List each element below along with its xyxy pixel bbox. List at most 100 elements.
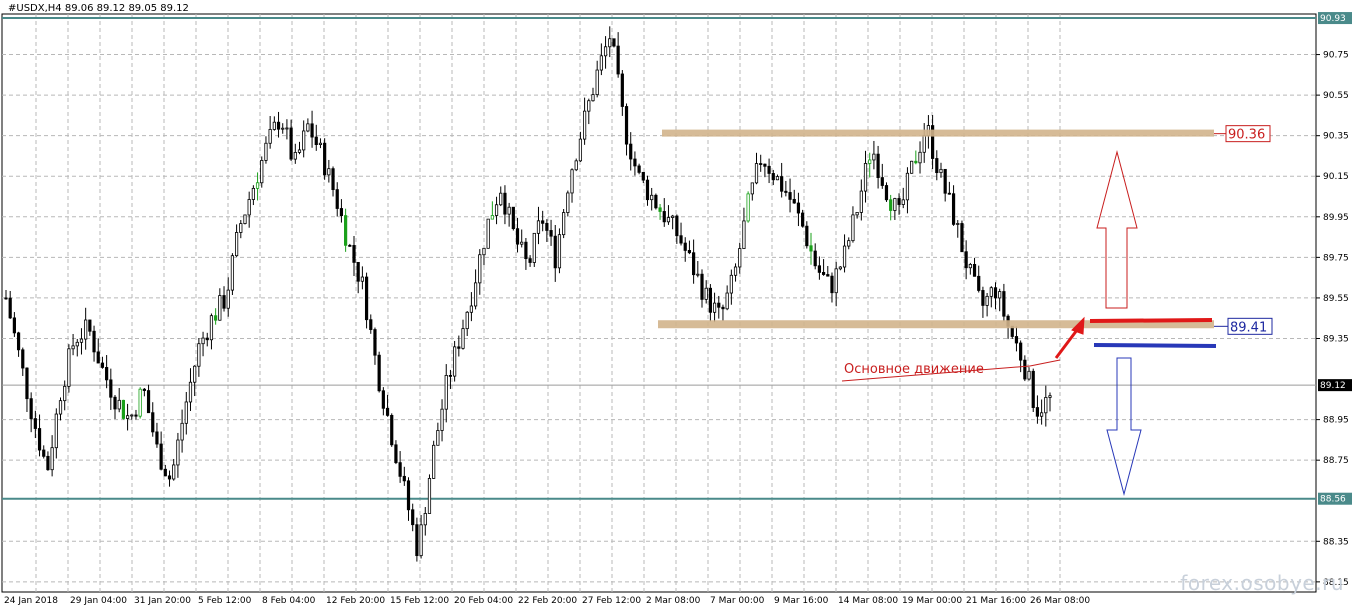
x-tick-label: 22 Feb 20:00: [518, 596, 577, 606]
candle-body: [687, 250, 692, 254]
candle-body: [29, 398, 33, 419]
candle-body: [725, 292, 729, 310]
candle-body: [897, 198, 901, 205]
candle-body: [951, 193, 956, 225]
candle-body: [293, 152, 297, 160]
candle-body: [524, 241, 528, 260]
candle-body: [960, 223, 964, 253]
candle-body: [465, 311, 469, 330]
candle-body: [255, 182, 260, 189]
buy-trigger-line[interactable]: [1089, 318, 1213, 323]
candle-body: [721, 306, 725, 310]
chart-title: #USDX,H4 89.06 89.12 89.05 89.12: [8, 3, 189, 14]
candle-body: [469, 305, 473, 313]
candle-body: [880, 177, 884, 186]
candle-body: [134, 414, 138, 417]
candle-body: [708, 287, 712, 313]
candle-body: [754, 163, 759, 184]
price-tag-label: 89.12: [1320, 381, 1346, 391]
candle-body: [453, 346, 457, 377]
candle-body: [146, 390, 151, 414]
candle-body: [226, 289, 230, 309]
candle-body: [641, 171, 645, 181]
candle-body: [515, 228, 520, 245]
candle-body: [218, 295, 222, 321]
candle-body: [738, 248, 742, 268]
candle-body: [335, 189, 339, 209]
candle-body: [507, 206, 511, 215]
y-tick-label: 90.75: [1323, 51, 1349, 61]
candle-body: [12, 317, 16, 334]
candle-body: [159, 443, 163, 470]
candle-body: [847, 240, 851, 247]
x-tick-label: 26 Mar 08:00: [1030, 596, 1090, 606]
candle-body: [503, 192, 507, 215]
candle-body: [117, 399, 121, 410]
candle-body: [272, 121, 276, 130]
candle-body: [327, 168, 331, 176]
candle-body: [532, 232, 536, 263]
candle-body: [993, 287, 998, 299]
candle-body: [138, 388, 142, 417]
candle-body: [243, 214, 247, 224]
candle-body: [33, 418, 37, 429]
candle-body: [499, 192, 503, 206]
candle-body: [1035, 407, 1040, 417]
candle-body: [348, 244, 352, 247]
candle-body: [671, 215, 675, 218]
candle-body: [763, 163, 767, 167]
candle-body: [935, 158, 939, 174]
resistance-zone[interactable]: [662, 129, 1214, 137]
candle-body: [381, 390, 385, 409]
x-tick-label: 21 Mar 16:00: [966, 596, 1026, 606]
x-tick-label: 8 Feb 04:00: [262, 596, 316, 606]
candle-body: [1023, 359, 1027, 380]
candle-body: [331, 168, 335, 191]
price-tag-label: 90.93: [1320, 14, 1346, 24]
candle-body: [130, 414, 134, 417]
level-label-text: 89.41: [1230, 320, 1267, 335]
candle-body: [281, 127, 285, 130]
candle-body: [297, 149, 302, 153]
candle-body: [603, 46, 608, 57]
candle-body: [813, 250, 817, 267]
price-chart[interactable]: 24 Jan 2018 29 Jan 04:00 31 Jan 20:00 5 Feb…: [0, 0, 1358, 611]
candle-body: [188, 381, 193, 403]
candle-body: [746, 193, 750, 222]
candle-body: [855, 211, 859, 216]
candle-body: [75, 341, 79, 347]
candle-body: [591, 94, 595, 102]
annotation-text: Основное движение: [844, 362, 984, 377]
candle-body: [859, 190, 863, 213]
candle-body: [830, 275, 834, 294]
sell-trigger-line[interactable]: [1093, 343, 1217, 348]
candle-body: [914, 160, 918, 164]
candle-body: [16, 332, 21, 351]
candle-body: [478, 254, 482, 284]
candle-body: [423, 513, 427, 526]
candle-body: [889, 199, 893, 211]
candle-body: [608, 38, 612, 48]
candle-body: [318, 142, 323, 146]
candle-body: [989, 287, 993, 297]
y-tick-label: 88.95: [1323, 416, 1349, 426]
candle-body: [96, 351, 100, 364]
candle-body: [461, 328, 465, 349]
candle-body: [637, 165, 641, 173]
candle-body: [151, 412, 155, 433]
candle-body: [163, 468, 167, 477]
candle-body: [717, 302, 721, 308]
candle-body: [432, 444, 436, 479]
candle-body: [834, 268, 838, 294]
candle-body: [750, 182, 754, 195]
candle-body: [1044, 397, 1048, 414]
candle-body: [821, 271, 826, 275]
candle-body: [444, 375, 448, 410]
y-tick-label: 88.35: [1323, 537, 1349, 547]
candle-body: [230, 255, 235, 291]
candle-body: [377, 354, 381, 392]
candle-body: [323, 142, 327, 176]
candle-body: [616, 45, 620, 75]
candle-body: [943, 168, 947, 194]
candle-body: [239, 223, 243, 233]
